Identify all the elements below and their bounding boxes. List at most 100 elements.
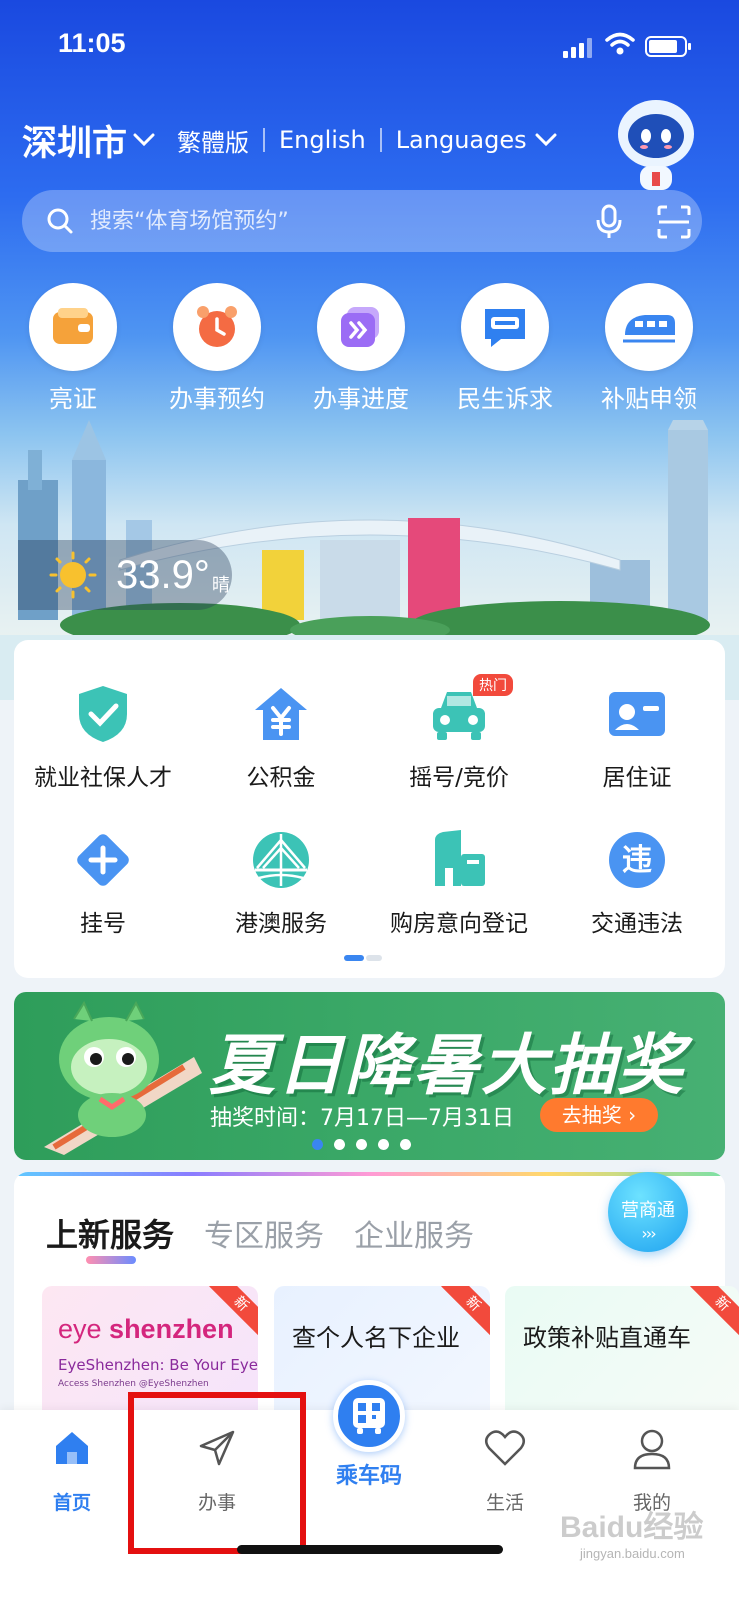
header-bar: 深圳市 繁體版 English Languages: [22, 115, 557, 165]
house-yuan-icon: [249, 682, 313, 746]
banner-dot: [356, 1139, 367, 1150]
dragon-mascot-icon: [44, 1000, 202, 1155]
id-card-icon: [605, 682, 669, 746]
quick-action-label: 办事预约: [169, 385, 265, 413]
service-card-policy-subsidy[interactable]: 新 政策补贴直通车: [505, 1286, 739, 1426]
quick-action-label: 亮证: [49, 385, 97, 413]
service-label: 就业社保人才: [34, 765, 172, 791]
card-title: 政策补贴直通车: [523, 1324, 691, 1352]
card-subtitle: EyeShenzhen: Be Your Eyes: [58, 1356, 258, 1374]
service-traffic-violation[interactable]: 违 交通违法: [548, 828, 726, 938]
tab-label: 首页: [52, 1492, 91, 1514]
divider: [263, 128, 266, 152]
service-employment[interactable]: 就业社保人才: [14, 682, 192, 792]
scan-icon[interactable]: [656, 204, 692, 240]
banner-title: 夏日降暑大抽奖: [209, 1027, 685, 1104]
quick-action-icon-circle: [173, 283, 261, 371]
service-lottery[interactable]: 热门 摇号/竞价: [370, 674, 548, 792]
service-housing-fund[interactable]: 公积金: [192, 682, 370, 792]
tab-life[interactable]: 生活: [445, 1428, 565, 1515]
service-house-purchase[interactable]: 购房意向登记: [370, 828, 548, 938]
float-button-arrows: ›››: [641, 1224, 656, 1243]
english-link[interactable]: English: [279, 126, 366, 154]
forward-arrows-icon: [341, 307, 379, 347]
tab-ride-code[interactable]: 乘车码: [320, 1380, 418, 1490]
watermark-url: jingyan.baidu.com: [580, 1546, 685, 1561]
section-tabs: 上新服务 专区服务 企业服务: [46, 1210, 504, 1256]
tab-label: 乘车码: [335, 1464, 402, 1489]
divider: [379, 128, 382, 152]
service-label: 摇号/竞价: [409, 765, 509, 791]
quick-action-appointment[interactable]: 办事预约: [152, 283, 282, 414]
quick-action-label: 办事进度: [313, 385, 409, 413]
microphone-icon[interactable]: [594, 204, 624, 240]
alarm-clock-icon: [197, 306, 237, 347]
quick-action-label: 补贴申领: [601, 385, 697, 413]
quick-action-icon-circle: [29, 283, 117, 371]
tab-enterprise-services[interactable]: 企业服务: [354, 1211, 474, 1255]
hot-badge: 热门: [473, 674, 513, 696]
service-label: 购房意向登记: [390, 911, 528, 937]
tab-home[interactable]: 首页: [12, 1428, 132, 1515]
traditional-chinese-link[interactable]: 繁體版: [177, 123, 249, 158]
new-tag: 新: [690, 1286, 739, 1336]
city-selector[interactable]: 深圳市: [22, 115, 127, 166]
cellular-signal-icon: [563, 36, 593, 58]
highlight-box-annotation: [128, 1392, 306, 1554]
robot-mascot-icon[interactable]: [608, 92, 704, 192]
battery-icon: [645, 36, 691, 57]
page-dot: [366, 955, 382, 961]
draw-lottery-button[interactable]: 去抽奖 ›: [540, 1098, 658, 1132]
banner-dot: [378, 1139, 389, 1150]
quick-action-subsidy[interactable]: 补贴申领: [584, 283, 714, 414]
service-residence-permit[interactable]: 居住证: [548, 682, 726, 792]
home-indicator[interactable]: [237, 1545, 503, 1554]
service-label: 公积金: [246, 765, 316, 791]
weather-condition: 晴: [211, 575, 230, 596]
tab-new-services[interactable]: 上新服务: [46, 1210, 174, 1256]
quick-action-icon-circle: [461, 283, 549, 371]
train-icon: [623, 315, 675, 343]
quick-action-appeal[interactable]: 民生诉求: [440, 283, 570, 414]
bridge-icon: [249, 828, 313, 892]
service-registration[interactable]: 挂号: [14, 828, 192, 938]
card-caption: Access Shenzhen @EyeShenzhen: [58, 1379, 209, 1389]
temperature-value: 33.9°: [116, 552, 210, 597]
search-icon: [47, 208, 73, 234]
watermark-brand: Baidu经验: [560, 1511, 704, 1544]
sun-icon: [49, 551, 97, 599]
languages-selector[interactable]: Languages: [396, 126, 527, 154]
bus-qr-icon: [333, 1380, 405, 1452]
wifi-icon: [605, 32, 635, 55]
message-shenzhen-icon: [485, 309, 525, 347]
service-grid: 就业社保人才 公积金 热门 摇号/竞价 居住证 挂号 港澳服务 购房意向登记 违…: [14, 640, 725, 978]
chevron-down-icon[interactable]: [133, 133, 155, 147]
banner-dot-active: [312, 1139, 323, 1150]
service-hk-macau[interactable]: 港澳服务: [192, 828, 370, 938]
quick-action-progress[interactable]: 办事进度: [296, 283, 426, 414]
banner-page-indicator: [312, 1139, 412, 1151]
violation-icon: 违: [605, 828, 669, 892]
weather-widget[interactable]: 33.9° 晴: [18, 540, 232, 610]
tab-zone-services[interactable]: 专区服务: [204, 1211, 324, 1255]
tab-label: 生活: [485, 1492, 524, 1514]
promo-banner[interactable]: 夏日降暑大抽奖 抽奖时间：7月17日—7月31日 去抽奖 ›: [14, 992, 725, 1160]
heart-icon: [445, 1428, 565, 1476]
wallet-icon: [53, 308, 93, 344]
quick-action-icon-circle: [317, 283, 405, 371]
search-bar[interactable]: [22, 190, 702, 252]
business-service-float-button[interactable]: 营商通 ›››: [608, 1172, 688, 1252]
active-tab-indicator: [86, 1256, 136, 1264]
search-input[interactable]: [90, 190, 550, 252]
chevron-down-icon[interactable]: [535, 133, 557, 147]
float-button-label: 营商通: [621, 1200, 675, 1221]
quick-action-show-id[interactable]: 亮证: [8, 283, 138, 414]
service-label: 居住证: [602, 765, 672, 791]
section-accent-bar: [14, 1172, 725, 1176]
home-icon: [12, 1428, 132, 1476]
page-indicator: [344, 955, 382, 961]
shield-check-icon: [71, 682, 135, 746]
quick-action-icon-circle: [605, 283, 693, 371]
banner-subtitle: 抽奖时间：7月17日—7月31日: [210, 1106, 514, 1131]
service-label: 挂号: [80, 911, 126, 937]
